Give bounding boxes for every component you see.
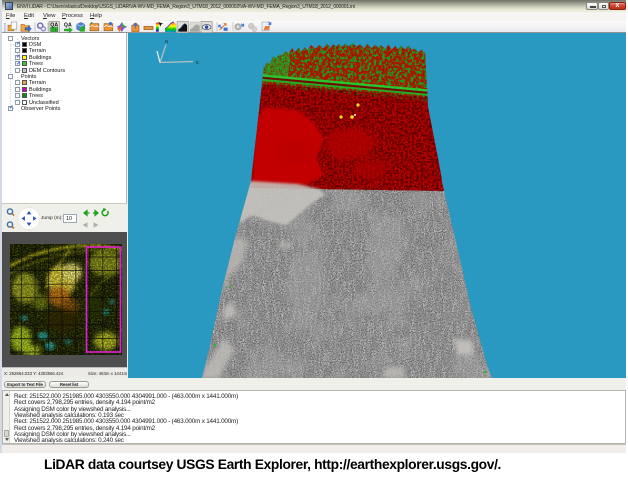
svg-text:E: E <box>196 60 199 65</box>
svg-text:QA: QA <box>64 23 72 29</box>
svg-text:N: N <box>165 39 168 44</box>
